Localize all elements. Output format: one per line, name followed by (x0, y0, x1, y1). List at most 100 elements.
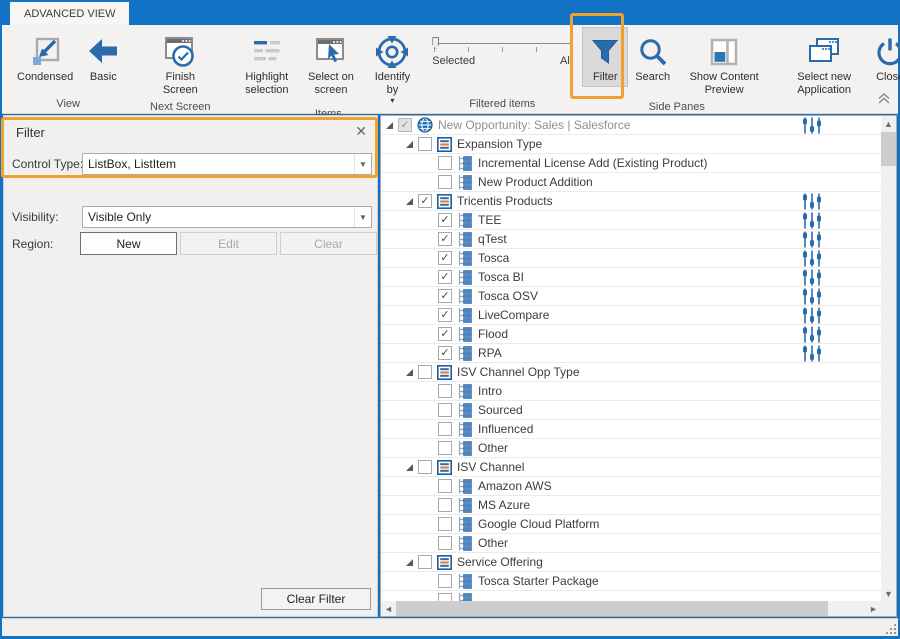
finish-screen-button[interactable]: Finish Screen (151, 27, 209, 100)
filter-settings-icon[interactable] (801, 212, 823, 232)
control-type-combobox[interactable]: ListBox, ListItem ▼ (82, 153, 372, 175)
tree-row[interactable] (381, 591, 881, 601)
row-checkbox[interactable]: ✓ (438, 251, 452, 265)
row-checkbox[interactable]: ✓ (438, 232, 452, 246)
row-checkbox[interactable]: ✓ (438, 346, 452, 360)
region-clear-button[interactable]: Clear (280, 232, 377, 255)
row-checkbox[interactable] (438, 441, 452, 455)
filter-settings-icon[interactable] (801, 269, 823, 289)
row-checkbox[interactable]: ✓ (438, 270, 452, 284)
row-checkbox[interactable]: ✓ (438, 327, 452, 341)
tree-row[interactable]: ✓qTest (381, 230, 881, 249)
collapse-ribbon-chevron-icon[interactable] (876, 92, 892, 110)
row-checkbox[interactable] (438, 422, 452, 436)
tab-advanced-view[interactable]: ADVANCED VIEW (10, 2, 129, 25)
tree-row[interactable]: ✓TEE (381, 211, 881, 230)
region-new-button[interactable]: New (80, 232, 177, 255)
scroll-up-icon[interactable]: ▲ (881, 116, 896, 131)
row-checkbox[interactable] (438, 175, 452, 189)
scroll-right-icon[interactable]: ► (866, 601, 881, 616)
tree-row[interactable]: ✓Tricentis Products (381, 192, 881, 211)
show-content-preview-button[interactable]: Show Content Preview (677, 27, 771, 100)
close-button[interactable]: Close (867, 27, 900, 87)
tree-row[interactable]: Influenced (381, 420, 881, 439)
search-button[interactable]: Search (628, 27, 677, 87)
tree-row[interactable]: Google Cloud Platform (381, 515, 881, 534)
filter-button[interactable]: Filter (582, 27, 628, 87)
filter-settings-icon[interactable] (801, 326, 823, 346)
clear-filter-button[interactable]: Clear Filter (261, 588, 371, 610)
row-checkbox[interactable]: ✓ (398, 118, 412, 132)
row-checkbox[interactable] (438, 156, 452, 170)
tree-row[interactable]: ✓Flood (381, 325, 881, 344)
expander-icon[interactable] (404, 195, 417, 208)
vertical-scrollbar[interactable]: ▲ ▼ (881, 116, 896, 601)
tree-row[interactable]: New Product Addition (381, 173, 881, 192)
row-checkbox[interactable]: ✓ (438, 308, 452, 322)
close-icon[interactable]: ✕ (355, 123, 367, 140)
tree-row[interactable]: ✓LiveCompare (381, 306, 881, 325)
region-edit-button[interactable]: Edit (180, 232, 277, 255)
row-checkbox[interactable]: ✓ (418, 194, 432, 208)
expander-icon[interactable] (404, 138, 417, 151)
tree-row[interactable]: Intro (381, 382, 881, 401)
basic-button[interactable]: Basic (80, 27, 126, 87)
row-checkbox[interactable] (438, 384, 452, 398)
row-checkbox[interactable] (438, 498, 452, 512)
filtered-items-slider[interactable] (434, 43, 570, 44)
tree-row[interactable]: Expansion Type (381, 135, 881, 154)
tree-row[interactable]: Other (381, 439, 881, 458)
chevron-down-icon[interactable]: ▼ (354, 207, 371, 227)
filter-settings-icon[interactable] (801, 345, 823, 365)
filter-settings-icon[interactable] (801, 231, 823, 251)
row-checkbox[interactable] (418, 137, 432, 151)
row-checkbox[interactable]: ✓ (438, 213, 452, 227)
filter-settings-icon[interactable] (801, 117, 823, 137)
row-checkbox[interactable] (438, 593, 452, 601)
horizontal-scroll-thumb[interactable] (396, 601, 828, 616)
tree-row[interactable]: ISV Channel Opp Type (381, 363, 881, 382)
highlight-selection-button[interactable]: Highlight selection (234, 27, 299, 100)
row-checkbox[interactable] (438, 536, 452, 550)
row-checkbox[interactable]: ✓ (438, 289, 452, 303)
visibility-combobox[interactable]: Visible Only ▼ (82, 206, 372, 228)
select-new-application-button[interactable]: Select new Application (781, 27, 867, 100)
filter-settings-icon[interactable] (801, 307, 823, 327)
horizontal-scrollbar[interactable]: ◄ ► (381, 601, 881, 616)
filter-settings-icon[interactable] (801, 193, 823, 213)
scroll-left-icon[interactable]: ◄ (381, 601, 396, 616)
expander-icon[interactable] (384, 119, 397, 132)
tree-row[interactable]: ✓RPA (381, 344, 881, 363)
expander-icon[interactable] (404, 556, 417, 569)
tree-row[interactable]: ✓Tosca BI (381, 268, 881, 287)
identify-by-button[interactable]: Identify by ▾ (363, 27, 423, 107)
vertical-scroll-thumb[interactable] (881, 132, 896, 166)
row-checkbox[interactable] (418, 555, 432, 569)
tree-row[interactable]: ✓Tosca (381, 249, 881, 268)
tree-row[interactable]: Sourced (381, 401, 881, 420)
row-checkbox[interactable] (438, 574, 452, 588)
tree-row[interactable]: Other (381, 534, 881, 553)
row-checkbox[interactable] (418, 365, 432, 379)
filter-settings-icon[interactable] (801, 288, 823, 308)
tree-row[interactable]: MS Azure (381, 496, 881, 515)
row-checkbox[interactable] (438, 517, 452, 531)
condensed-button[interactable]: Condensed (10, 27, 80, 87)
tree-row[interactable]: ✓Tosca OSV (381, 287, 881, 306)
resize-grip-icon[interactable] (885, 623, 896, 634)
tree-row[interactable]: ✓New Opportunity: Sales | Salesforce (381, 116, 881, 135)
row-checkbox[interactable] (438, 479, 452, 493)
tree-row[interactable]: Tosca Starter Package (381, 572, 881, 591)
tree-row[interactable]: Amazon AWS (381, 477, 881, 496)
scroll-down-icon[interactable]: ▼ (881, 586, 896, 601)
tree-row[interactable]: Incremental License Add (Existing Produc… (381, 154, 881, 173)
chevron-down-icon[interactable]: ▼ (354, 154, 371, 174)
expander-icon[interactable] (404, 366, 417, 379)
tree-row[interactable]: Service Offering (381, 553, 881, 572)
identify-by-dropdown-caret[interactable]: ▾ (390, 97, 394, 104)
row-checkbox[interactable] (438, 403, 452, 417)
select-on-screen-button[interactable]: Select on screen (299, 27, 362, 100)
expander-icon[interactable] (404, 461, 417, 474)
tree-row[interactable]: ISV Channel (381, 458, 881, 477)
filter-settings-icon[interactable] (801, 250, 823, 270)
